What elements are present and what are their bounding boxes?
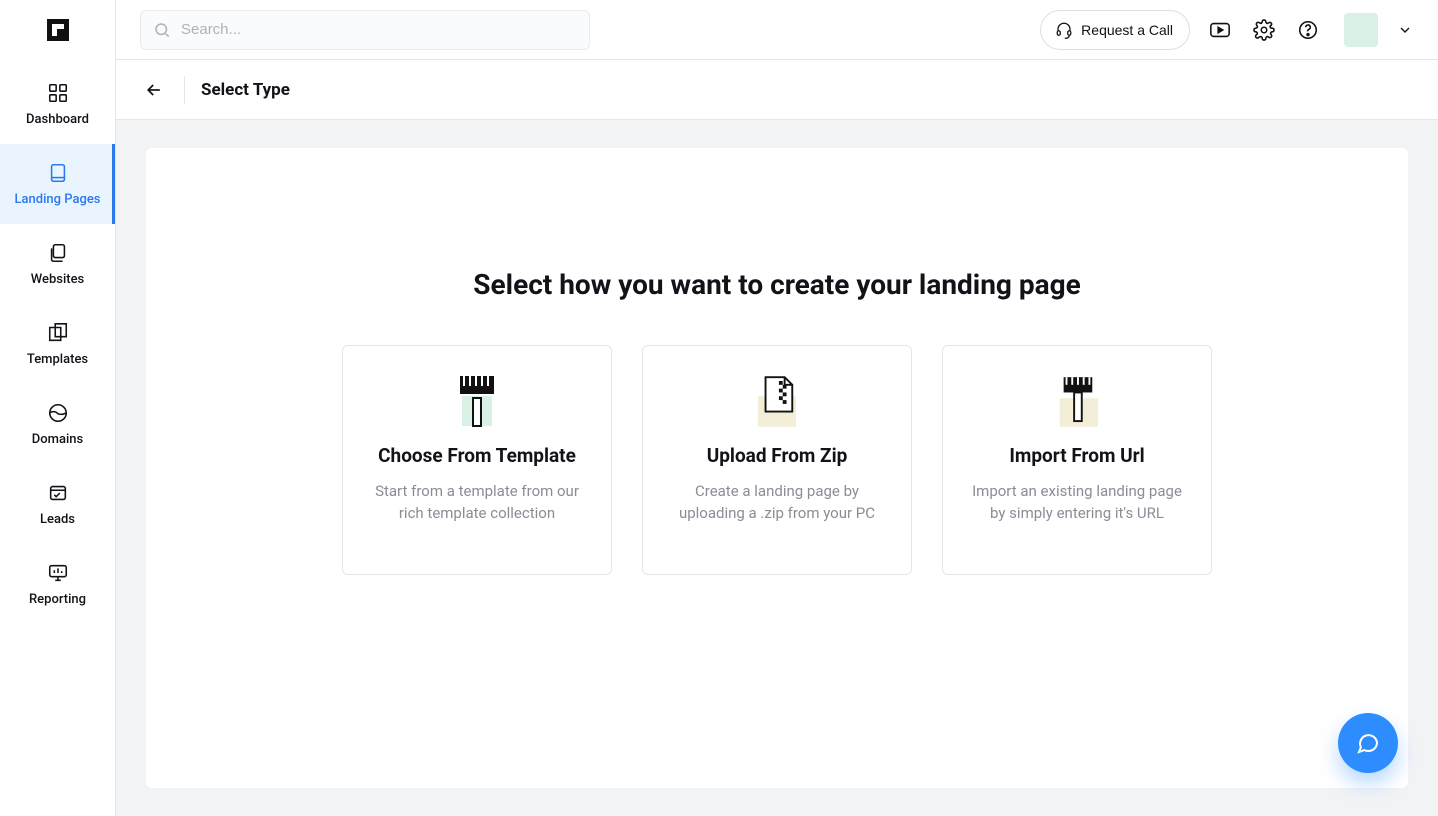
sidebar-item-websites[interactable]: Websites [0,224,115,304]
sidebar-item-label: Domains [32,432,83,447]
content: Select how you want to create your landi… [116,120,1438,816]
option-import-url[interactable]: Import From Url Import an existing landi… [942,345,1212,575]
settings-button[interactable] [1250,16,1278,44]
page-icon [47,162,69,184]
topbar-actions: Request a Call [1040,10,1422,50]
leads-icon [47,482,69,504]
option-desc: Start from a template from our rich temp… [371,481,583,525]
profile-menu[interactable] [1344,13,1422,47]
option-template[interactable]: Choose From Template Start from a templa… [342,345,612,575]
brush-icon [456,374,498,430]
main: Request a Call [116,0,1438,816]
panel: Select how you want to create your landi… [146,148,1408,788]
option-desc: Create a landing page by uploading a .zi… [671,481,883,525]
chart-icon [47,562,69,584]
sidebar-item-label: Websites [31,272,85,287]
sidebar-item-label: Reporting [29,592,86,607]
search-input[interactable] [179,20,577,39]
logo[interactable] [0,0,115,60]
option-title: Import From Url [1009,444,1144,467]
sidebar-item-reporting[interactable]: Reporting [0,544,115,624]
globe-icon [47,402,69,424]
logo-icon [44,16,72,44]
search[interactable] [140,10,590,50]
zip-file-icon [756,374,798,430]
pages-stack-icon [47,242,69,264]
gear-icon [1253,19,1275,41]
topbar: Request a Call [116,0,1438,60]
sidebar-item-templates[interactable]: Templates [0,304,115,384]
app-root: Dashboard Landing Pages [0,0,1438,816]
chevron-down-icon [1397,22,1413,38]
video-button[interactable] [1206,16,1234,44]
chat-fab[interactable] [1338,713,1398,773]
help-icon [1297,19,1319,41]
profile-chevron[interactable] [1388,13,1422,47]
option-cards: Choose From Template Start from a templa… [170,345,1384,575]
sidebar-item-domains[interactable]: Domains [0,384,115,464]
option-desc: Import an existing landing page by simpl… [971,481,1183,525]
option-title: Choose From Template [378,444,576,467]
page-title: Select Type [201,80,290,100]
sidebar-item-label: Dashboard [26,112,89,127]
chat-icon [1356,731,1380,755]
option-title: Upload From Zip [707,444,848,467]
templates-icon [46,322,70,344]
back-button[interactable] [140,76,168,104]
help-button[interactable] [1294,16,1322,44]
sidebar-item-landing-pages[interactable]: Landing Pages [0,144,115,224]
panel-heading: Select how you want to create your landi… [170,268,1384,301]
avatar [1344,13,1378,47]
request-call-button[interactable]: Request a Call [1040,10,1190,50]
sidebar-item-label: Landing Pages [15,192,101,207]
roller-icon [1056,374,1098,430]
search-icon [153,21,171,39]
sidebar-item-label: Leads [40,512,75,527]
arrow-left-icon [144,80,164,100]
request-call-label: Request a Call [1081,22,1173,38]
page-header: Select Type [116,60,1438,120]
option-upload-zip[interactable]: Upload From Zip Create a landing page by… [642,345,912,575]
video-play-icon [1209,19,1231,41]
sidebar: Dashboard Landing Pages [0,0,116,816]
headset-icon [1055,21,1073,39]
sidebar-nav: Dashboard Landing Pages [0,60,115,624]
grid-icon [47,82,69,104]
sidebar-item-leads[interactable]: Leads [0,464,115,544]
divider [184,76,185,104]
sidebar-item-label: Templates [27,352,88,367]
sidebar-item-dashboard[interactable]: Dashboard [0,64,115,144]
